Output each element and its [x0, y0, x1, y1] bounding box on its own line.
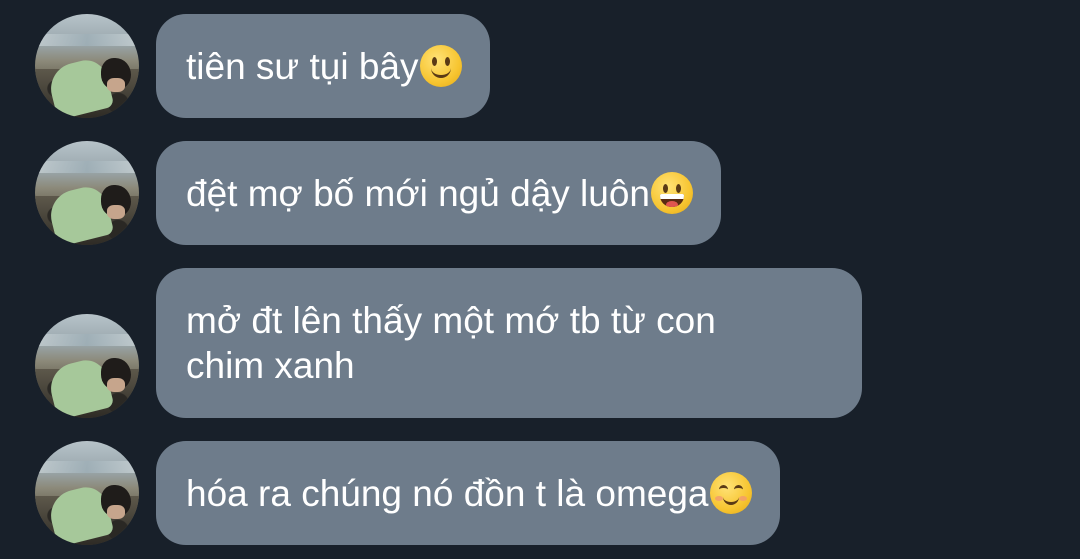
avatar[interactable] [35, 441, 139, 545]
message-text: hóa ra chúng nó đồn t là omega [186, 472, 709, 514]
message-text: mở đt lên thấy một mớ tb từ con chim xan… [186, 300, 716, 386]
avatar[interactable] [35, 314, 139, 418]
message-bubble[interactable]: hóa ra chúng nó đồn t là omega [156, 441, 780, 545]
slightly-smiling-face-icon [419, 45, 462, 87]
avatar[interactable] [35, 141, 139, 245]
smiling-face-with-smiling-eyes-icon [709, 472, 752, 514]
avatar[interactable] [35, 14, 139, 118]
grinning-face-with-tongue-icon [651, 172, 693, 214]
message-bubble[interactable]: đệt mợ bố mới ngủ dậy luôn [156, 141, 721, 245]
message-text: đệt mợ bố mới ngủ dậy luôn [186, 172, 650, 214]
message-text: tiên sư tụi bây [186, 45, 419, 87]
message-bubble[interactable]: tiên sư tụi bây [156, 14, 490, 118]
message-bubble[interactable]: mở đt lên thấy một mớ tb từ con chim xan… [156, 268, 862, 418]
chat-thread: tiên sư tụi bây đệt mợ bố mới ngủ dậy lu… [0, 0, 1080, 559]
